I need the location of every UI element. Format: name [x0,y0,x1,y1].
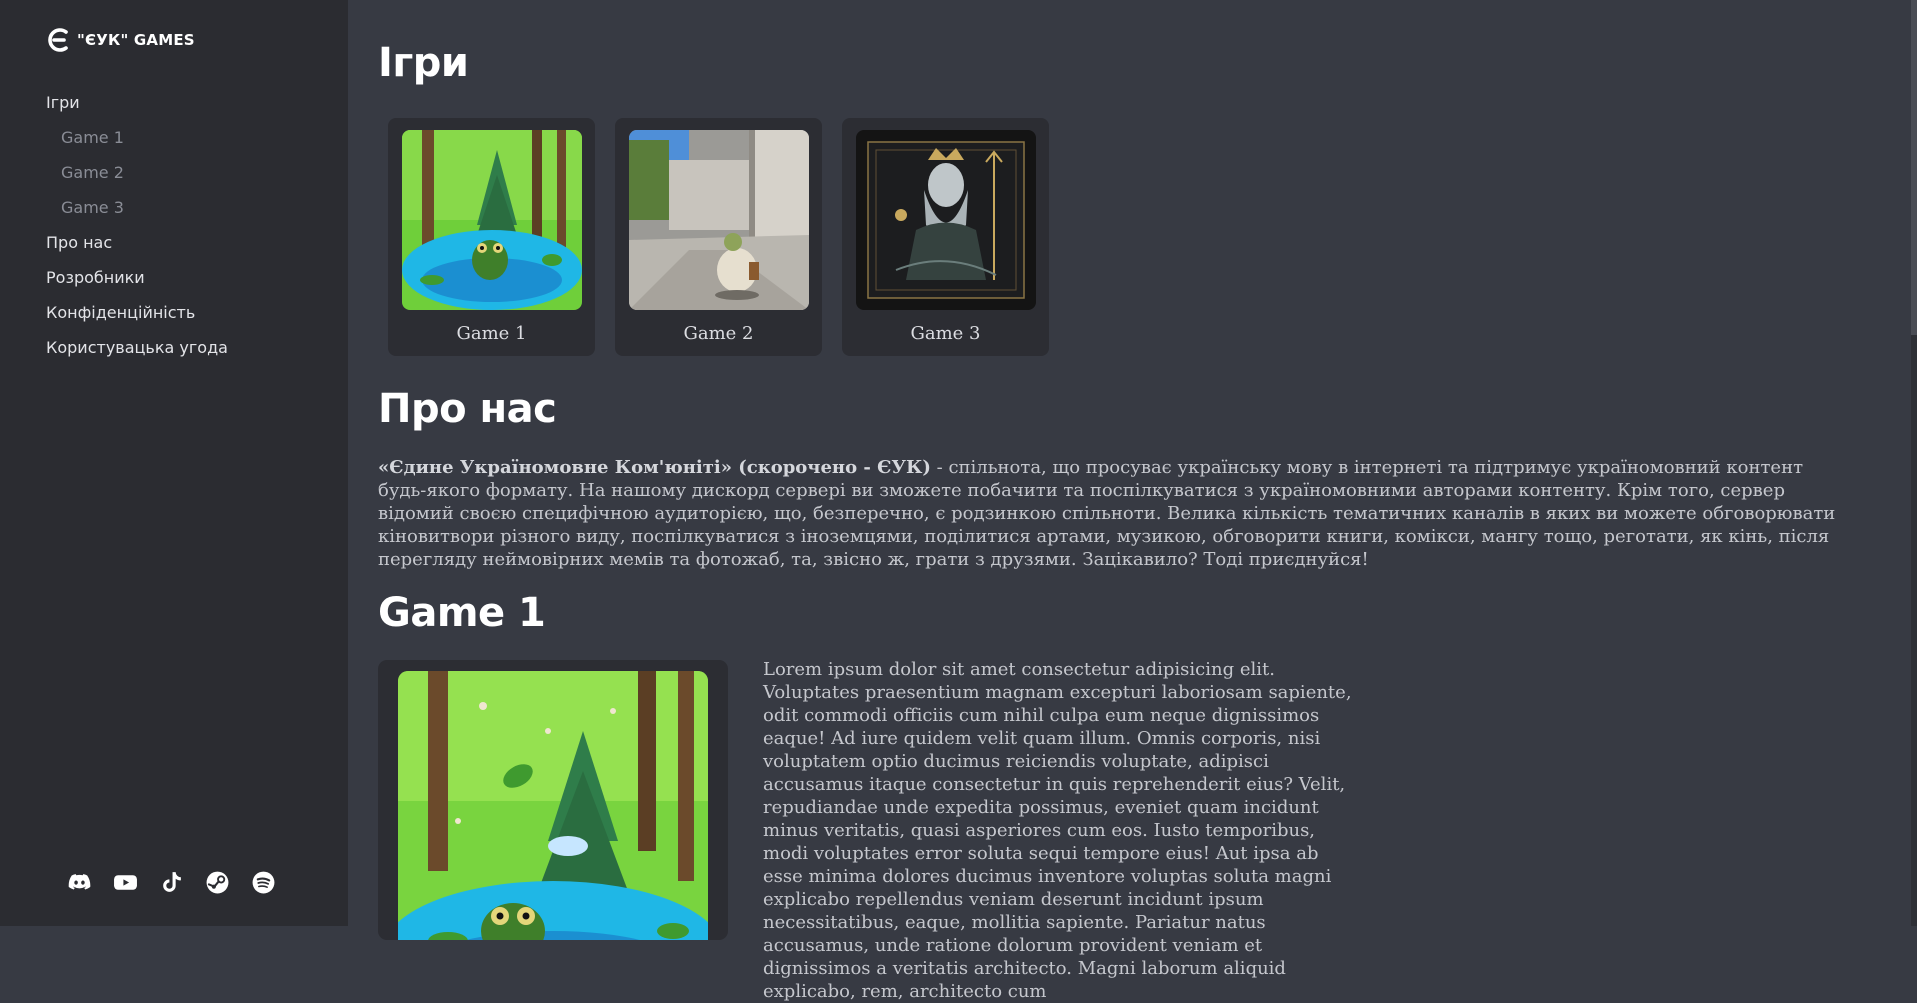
sidebar-nav: Ігри Game 1 Game 2 Game 3 Про нас Розроб… [46,90,228,370]
game-card-label: Game 3 [910,323,981,344]
game-card-1[interactable]: Game 1 [388,118,595,356]
youtube-icon[interactable] [112,870,139,895]
nav-item-game-1[interactable]: Game 1 [46,125,228,160]
discord-icon[interactable] [66,870,93,895]
about-text: «Єдине Україномовне Ком'юніті» (скорочен… [378,456,1853,571]
sidebar: "ЄУК" GAMES Ігри Game 1 Game 2 Game 3 Пр… [0,0,348,926]
nav-item-developers[interactable]: Розробники [46,265,228,300]
games-card-list: Game 1 Game 2 Game 3 [388,118,1049,356]
game-card-label: Game 2 [683,323,754,344]
scrollbar-thumb[interactable] [1911,0,1917,335]
nav-item-game-3[interactable]: Game 3 [46,195,228,230]
about-section-title: Про нас [378,386,557,432]
nav-item-privacy[interactable]: Конфіденційність [46,300,228,335]
game-2-thumbnail [628,130,809,310]
nav-item-game-2[interactable]: Game 2 [46,160,228,195]
game-1-image-card [378,660,728,940]
tiktok-icon[interactable] [158,870,185,895]
euk-logo-icon [48,28,68,52]
game-1-thumbnail [401,130,582,310]
steam-icon[interactable] [204,870,231,895]
game-card-label: Game 1 [456,323,527,344]
games-section-title: Ігри [378,40,469,86]
game-1-section-title: Game 1 [378,590,546,636]
nav-item-user-agreement[interactable]: Користувацька угода [46,335,228,370]
social-links [66,870,277,895]
about-bold-lead: «Єдине Україномовне Ком'юніті» (скорочен… [378,457,931,478]
nav-item-games[interactable]: Ігри [46,90,228,125]
game-1-image [398,671,708,940]
game-3-thumbnail [855,130,1036,310]
brand[interactable]: "ЄУК" GAMES [47,28,195,52]
spotify-icon[interactable] [250,870,277,895]
game-1-description: Lorem ipsum dolor sit amet consectetur a… [763,659,1352,1002]
brand-name: "ЄУК" GAMES [77,31,195,49]
main-content: Ігри Game 1 Game 2 Game 3 Про нас «Єдине… [378,0,1868,1002]
game-card-3[interactable]: Game 3 [842,118,1049,356]
nav-item-about[interactable]: Про нас [46,230,228,265]
game-card-2[interactable]: Game 2 [615,118,822,356]
page-scrollbar[interactable] [1911,0,1917,926]
